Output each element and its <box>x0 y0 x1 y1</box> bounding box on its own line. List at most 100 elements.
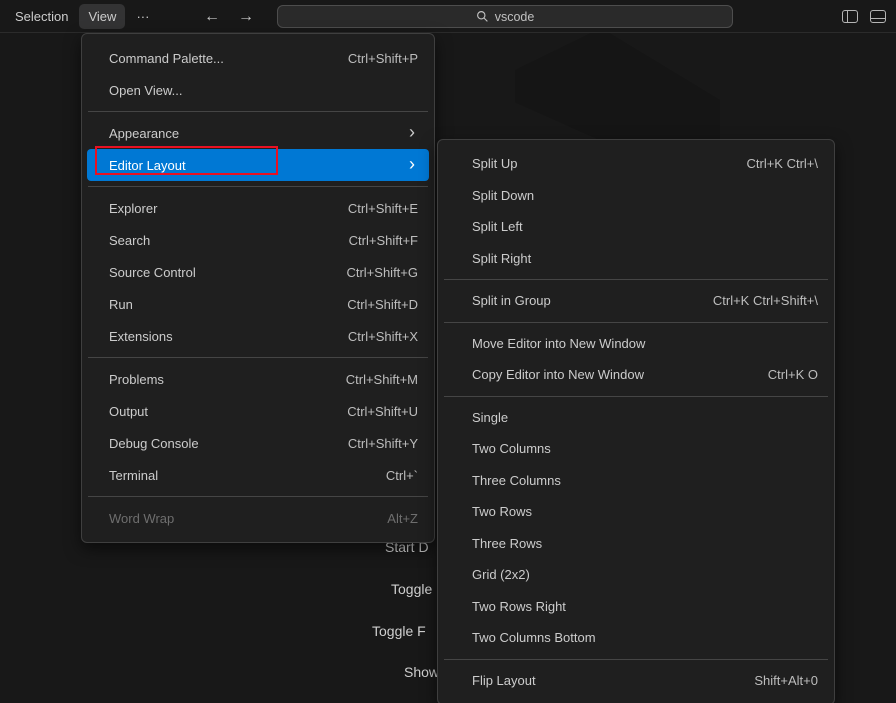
menu-item-label: Output <box>109 404 148 419</box>
menu-item-label: Flip Layout <box>472 673 536 688</box>
menu-item-split-up[interactable]: Split Up Ctrl+K Ctrl+\ <box>443 148 829 180</box>
menu-item-label: Debug Console <box>109 436 199 451</box>
menu-item-shortcut: Ctrl+K O <box>728 367 818 382</box>
menu-item-shortcut: Ctrl+K Ctrl+\ <box>706 156 818 171</box>
menu-item-shortcut: Ctrl+Shift+U <box>307 404 418 419</box>
menu-item-split-left[interactable]: Split Left <box>443 211 829 243</box>
menu-item-two-rows-right[interactable]: Two Rows Right <box>443 591 829 623</box>
menu-item-label: Two Columns <box>472 441 551 456</box>
menu-item-label: Single <box>472 410 508 425</box>
menu-item-two-rows[interactable]: Two Rows <box>443 496 829 528</box>
menu-item-label: Two Columns Bottom <box>472 630 596 645</box>
menu-item-copy-editor-new-window[interactable]: Copy Editor into New Window Ctrl+K O <box>443 359 829 391</box>
menu-item-explorer[interactable]: Explorer Ctrl+Shift+E <box>87 192 429 224</box>
menu-item-label: Explorer <box>109 201 157 216</box>
menu-item-shortcut: Ctrl+Shift+Y <box>308 436 418 451</box>
menu-item-label: Split in Group <box>472 293 551 308</box>
menu-item-grid-2x2[interactable]: Grid (2x2) <box>443 559 829 591</box>
toggle-sidebar-icon[interactable] <box>842 10 858 23</box>
vscode-logo-watermark <box>515 28 720 148</box>
menu-item-label: Split Left <box>472 219 523 234</box>
menu-separator <box>444 396 828 397</box>
menu-item-label: Copy Editor into New Window <box>472 367 644 382</box>
menu-separator <box>444 279 828 280</box>
menu-item-open-view[interactable]: Open View... <box>87 74 429 106</box>
search-icon <box>476 10 489 23</box>
menu-item-editor-layout[interactable]: Editor Layout › <box>87 149 429 181</box>
menu-item-label: Two Rows Right <box>472 599 566 614</box>
chevron-right-icon: › <box>409 155 418 173</box>
menu-item-three-rows[interactable]: Three Rows <box>443 528 829 560</box>
customize-layout-icon[interactable] <box>870 10 886 23</box>
menu-item-problems[interactable]: Problems Ctrl+Shift+M <box>87 363 429 395</box>
history-navigation: ← → <box>204 0 254 33</box>
menu-item-label: Three Rows <box>472 536 542 551</box>
menu-item-terminal[interactable]: Terminal Ctrl+` <box>87 459 429 491</box>
menu-item-label: Source Control <box>109 265 196 280</box>
forward-arrow-icon[interactable]: → <box>238 9 254 25</box>
menu-item-shortcut: Ctrl+Shift+M <box>306 372 418 387</box>
menu-separator <box>444 659 828 660</box>
menu-item-shortcut: Ctrl+Shift+X <box>308 329 418 344</box>
menu-item-shortcut: Ctrl+K Ctrl+Shift+\ <box>673 293 818 308</box>
menu-item-label: Command Palette... <box>109 51 224 66</box>
menu-more[interactable]: ··· <box>127 4 158 29</box>
menu-item-single[interactable]: Single <box>443 402 829 434</box>
menu-separator <box>444 322 828 323</box>
menu-item-label: Editor Layout <box>109 158 186 173</box>
menu-view[interactable]: View <box>79 4 125 29</box>
menu-item-shortcut: Ctrl+Shift+F <box>309 233 418 248</box>
menu-item-two-columns[interactable]: Two Columns <box>443 433 829 465</box>
menu-item-shortcut: Ctrl+Shift+E <box>308 201 418 216</box>
menu-item-shortcut: Ctrl+` <box>346 468 418 483</box>
menu-separator <box>88 357 428 358</box>
menu-item-label: Problems <box>109 372 164 387</box>
menu-item-shortcut: Ctrl+Shift+D <box>307 297 418 312</box>
menu-item-label: Search <box>109 233 150 248</box>
menu-item-split-right[interactable]: Split Right <box>443 243 829 275</box>
menu-item-split-in-group[interactable]: Split in Group Ctrl+K Ctrl+Shift+\ <box>443 285 829 317</box>
search-text: vscode <box>495 10 535 24</box>
command-center-search[interactable]: vscode <box>277 5 733 28</box>
menu-item-two-columns-bottom[interactable]: Two Columns Bottom <box>443 622 829 654</box>
chevron-right-icon: › <box>409 123 418 141</box>
menu-item-label: Open View... <box>109 83 182 98</box>
menu-item-shortcut: Ctrl+Shift+P <box>308 51 418 66</box>
menu-item-label: Two Rows <box>472 504 532 519</box>
menu-item-output[interactable]: Output Ctrl+Shift+U <box>87 395 429 427</box>
menu-separator <box>88 496 428 497</box>
menu-item-run[interactable]: Run Ctrl+Shift+D <box>87 288 429 320</box>
menu-item-appearance[interactable]: Appearance › <box>87 117 429 149</box>
menu-item-move-editor-new-window[interactable]: Move Editor into New Window <box>443 328 829 360</box>
menu-item-search[interactable]: Search Ctrl+Shift+F <box>87 224 429 256</box>
menu-item-source-control[interactable]: Source Control Ctrl+Shift+G <box>87 256 429 288</box>
menu-item-label: Word Wrap <box>109 511 174 526</box>
menu-selection[interactable]: Selection <box>6 4 77 29</box>
menu-item-label: Appearance <box>109 126 179 141</box>
menu-item-label: Run <box>109 297 133 312</box>
menu-item-shortcut: Alt+Z <box>347 511 418 526</box>
menu-item-word-wrap[interactable]: Word Wrap Alt+Z <box>87 502 429 534</box>
menu-item-command-palette[interactable]: Command Palette... Ctrl+Shift+P <box>87 42 429 74</box>
menu-item-three-columns[interactable]: Three Columns <box>443 465 829 497</box>
layout-controls <box>842 0 886 33</box>
menu-separator <box>88 111 428 112</box>
editor-shortcut-hint: Toggle <box>391 581 432 597</box>
menu-item-shortcut: Ctrl+Shift+G <box>306 265 418 280</box>
menu-item-label: Three Columns <box>472 473 561 488</box>
menu-item-label: Move Editor into New Window <box>472 336 645 351</box>
menu-item-label: Grid (2x2) <box>472 567 530 582</box>
editor-shortcut-hint: Toggle F <box>372 623 426 639</box>
menu-item-label: Extensions <box>109 329 173 344</box>
menu-item-label: Split Down <box>472 188 534 203</box>
menu-item-label: Split Right <box>472 251 531 266</box>
menu-item-split-down[interactable]: Split Down <box>443 180 829 212</box>
menu-item-flip-layout[interactable]: Flip Layout Shift+Alt+0 <box>443 665 829 697</box>
editor-shortcut-hint: Show <box>404 664 439 680</box>
vscode-window: Start D Toggle Toggle F Show Selection V… <box>0 0 896 703</box>
menu-item-shortcut: Shift+Alt+0 <box>714 673 818 688</box>
menu-item-debug-console[interactable]: Debug Console Ctrl+Shift+Y <box>87 427 429 459</box>
menu-item-label: Split Up <box>472 156 518 171</box>
back-arrow-icon[interactable]: ← <box>204 9 220 25</box>
menu-item-extensions[interactable]: Extensions Ctrl+Shift+X <box>87 320 429 352</box>
